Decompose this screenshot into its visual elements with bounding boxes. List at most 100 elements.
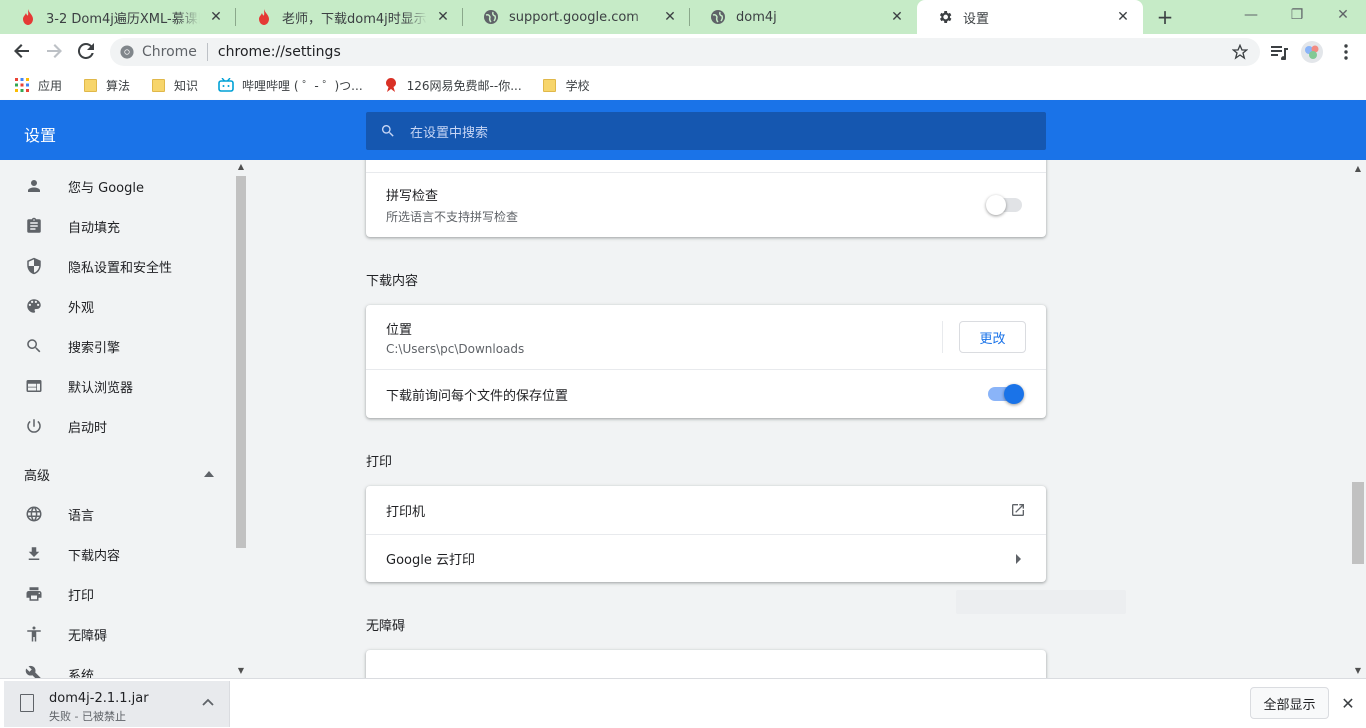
minimize-button[interactable]: — <box>1228 0 1274 30</box>
close-icon[interactable]: ✕ <box>1115 9 1131 25</box>
close-icon[interactable]: ✕ <box>435 9 451 25</box>
tab-settings[interactable]: 设置 ✕ <box>917 0 1143 34</box>
sidebar-item-label: 下载内容 <box>68 548 121 564</box>
bookmark-apps[interactable]: 应用 <box>14 77 62 94</box>
url-text[interactable]: chrome://settings <box>218 44 341 60</box>
forward-button[interactable] <box>39 36 69 66</box>
star-icon[interactable] <box>1232 44 1248 60</box>
printers-row[interactable]: 打印机 <box>366 486 1046 534</box>
close-icon[interactable]: ✕ <box>889 9 905 25</box>
accessibility-card: 字幕 <box>366 650 1046 678</box>
tab-dom4j[interactable]: dom4j ✕ <box>690 0 917 34</box>
show-all-downloads-button[interactable]: 全部显示 <box>1250 687 1329 719</box>
sidebar-item-printing[interactable]: 打印 <box>0 574 234 614</box>
reload-button[interactable] <box>71 36 101 66</box>
search-icon <box>381 125 394 137</box>
apps-grid-icon <box>14 77 30 93</box>
open-in-new-icon[interactable] <box>1010 502 1026 518</box>
restore-button[interactable]: ❐ <box>1274 0 1320 30</box>
sidebar-item-on-startup[interactable]: 启动时 <box>0 406 234 446</box>
spellcheck-toggle[interactable] <box>986 195 1022 215</box>
bookmark-label: 知识 <box>174 78 199 93</box>
chrome-menu-button[interactable] <box>1334 40 1358 64</box>
scroll-up-arrow[interactable]: ▲ <box>1351 162 1365 174</box>
sidebar-item-languages[interactable]: 语言 <box>0 494 234 534</box>
change-location-button[interactable]: 更改 <box>959 321 1026 353</box>
scrollbar-thumb[interactable] <box>1352 482 1364 564</box>
printers-label: 打印机 <box>386 504 426 520</box>
bookmark-algorithms[interactable]: 算法 <box>82 77 130 94</box>
bookmark-school[interactable]: 学校 <box>542 77 590 94</box>
reload-icon <box>78 43 94 59</box>
tab-title: dom4j <box>736 9 777 25</box>
sidebar-item-system[interactable]: 系统 <box>0 654 234 678</box>
media-controls-button[interactable] <box>1267 40 1291 64</box>
captions-row[interactable]: 字幕 <box>366 650 1046 678</box>
bilibili-icon <box>218 77 234 93</box>
folder-icon <box>150 77 166 93</box>
tooltip-ghost <box>956 590 1126 614</box>
close-icon[interactable]: ✕ <box>208 9 224 25</box>
scroll-down-arrow[interactable]: ▼ <box>234 664 248 676</box>
advanced-label: 高级 <box>24 468 51 484</box>
sidebar-item-label: 您与 Google <box>68 180 144 196</box>
chevron-up-icon[interactable] <box>200 695 216 711</box>
sidebar-item-autofill[interactable]: 自动填充 <box>0 206 234 246</box>
bookmark-126-mail[interactable]: 126网易免费邮--你... <box>383 77 522 94</box>
netease-icon <box>383 77 399 93</box>
tab-title: support.google.com <box>509 9 639 25</box>
settings-sidebar: 您与 Google 自动填充 隐私设置和安全性 外观 搜索引擎 默认浏览器 启动… <box>0 160 234 678</box>
clipboard-icon <box>24 216 44 236</box>
sidebar-item-downloads[interactable]: 下载内容 <box>0 534 234 574</box>
search-icon <box>24 336 44 356</box>
bookmark-label: 学校 <box>565 78 590 93</box>
avatar-icon <box>1301 41 1323 63</box>
ask-where-to-save-label: 下载前询问每个文件的保存位置 <box>386 388 569 404</box>
scroll-down-arrow[interactable]: ▼ <box>1351 664 1365 676</box>
spellcheck-row[interactable]: 拼写检查 所选语言不支持拼写检查 <box>366 173 1046 237</box>
sidebar-item-label: 搜索引擎 <box>68 340 121 356</box>
sidebar-advanced-toggle[interactable]: 高级 <box>24 462 214 486</box>
tab-dom4j-xml[interactable]: 3-2 Dom4j遍历XML-慕课网就 ✕ <box>0 0 236 34</box>
address-bar[interactable]: Chrome chrome://settings <box>110 38 1260 66</box>
languages-card: 拼写检查 所选语言不支持拼写检查 <box>366 160 1046 237</box>
folder-icon <box>82 77 98 93</box>
download-item[interactable]: dom4j-2.1.1.jar 失败 - 已被禁止 <box>4 681 230 727</box>
bookmark-knowledge[interactable]: 知识 <box>150 77 198 94</box>
sidebar-item-label: 自动填充 <box>68 220 121 236</box>
tab-support-google[interactable]: support.google.com ✕ <box>463 0 690 34</box>
new-tab-button[interactable]: + <box>1152 5 1178 29</box>
sidebar-item-appearance[interactable]: 外观 <box>0 286 234 326</box>
main-scrollbar[interactable]: ▲ ▼ <box>1350 160 1366 678</box>
power-icon <box>24 416 44 436</box>
cloud-print-row[interactable]: Google 云打印 <box>366 535 1046 582</box>
globe-icon <box>483 9 499 25</box>
sidebar-item-search-engine[interactable]: 搜索引擎 <box>0 326 234 366</box>
scroll-up-arrow[interactable]: ▲ <box>234 160 248 172</box>
shield-icon <box>24 256 44 276</box>
tab-title: 老师，下载dom4j时显示失败 <box>282 11 427 27</box>
bookmark-bilibili[interactable]: 哔哩哔哩 ( ゜- ゜)つ... <box>218 77 363 94</box>
close-icon[interactable]: ✕ <box>662 9 678 25</box>
profile-avatar[interactable] <box>1300 40 1324 64</box>
close-shelf-button[interactable]: ✕ <box>1338 693 1358 713</box>
back-button[interactable] <box>7 36 37 66</box>
ask-where-to-save-toggle[interactable] <box>988 384 1024 404</box>
scrollbar-thumb[interactable] <box>236 176 246 548</box>
download-location-row: 位置 C:\Users\pc\Downloads 更改 <box>366 305 1046 369</box>
sidebar-item-privacy[interactable]: 隐私设置和安全性 <box>0 246 234 286</box>
tab-teacher-question[interactable]: 老师，下载dom4j时显示失败 ✕ <box>236 0 463 34</box>
sidebar-item-default-browser[interactable]: 默认浏览器 <box>0 366 234 406</box>
window-close-button[interactable]: ✕ <box>1320 0 1366 30</box>
download-filename: dom4j-2.1.1.jar <box>49 691 149 706</box>
arrow-right-icon <box>47 44 62 58</box>
location-value: C:\Users\pc\Downloads <box>386 341 525 356</box>
wrench-icon <box>24 664 44 678</box>
sidebar-item-you-and-google[interactable]: 您与 Google <box>0 166 234 206</box>
sidebar-item-label: 无障碍 <box>68 628 108 644</box>
settings-search-input[interactable]: 在设置中搜索 <box>366 112 1046 150</box>
ask-where-to-save-row[interactable]: 下载前询问每个文件的保存位置 <box>366 370 1046 418</box>
spellcheck-label: 拼写检查 <box>386 189 439 204</box>
sidebar-item-accessibility[interactable]: 无障碍 <box>0 614 234 654</box>
sidebar-scrollbar[interactable]: ▲ ▼ <box>234 160 248 678</box>
